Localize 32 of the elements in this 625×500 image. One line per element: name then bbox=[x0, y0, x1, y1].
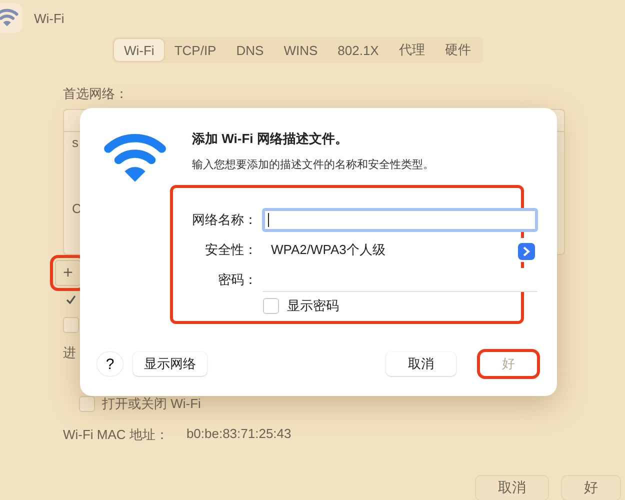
input-field[interactable] bbox=[262, 208, 538, 232]
show-networks-button[interactable]: 显示网络 bbox=[133, 352, 207, 376]
network-name[interactable]: C bbox=[72, 201, 82, 216]
field-label: 安全性： bbox=[204, 241, 257, 259]
dialog-button[interactable]: 取消 bbox=[475, 475, 549, 500]
field-label: 网络名称： bbox=[191, 211, 257, 229]
tab[interactable]: 802.1X bbox=[328, 39, 389, 61]
mac-value: b0:be:83:71:25:43 bbox=[186, 426, 292, 443]
chevron-icon bbox=[518, 243, 535, 260]
help-button[interactable]: ? bbox=[97, 352, 123, 376]
field-label: 密码： bbox=[217, 271, 257, 289]
window-title: Wi-Fi bbox=[34, 10, 64, 26]
dialog-title: 添加 Wi-Fi 网络描述文件。 bbox=[192, 130, 349, 148]
checkbox[interactable] bbox=[79, 396, 95, 412]
tab[interactable]: TCP/IP bbox=[164, 39, 226, 61]
mac-label: Wi-Fi MAC 地址： bbox=[63, 426, 168, 444]
section-label: 进 bbox=[63, 344, 77, 362]
dialog-subtitle: 输入您想要添加的描述文件的名称和安全性类型。 bbox=[192, 158, 435, 172]
tab[interactable]: Wi-Fi bbox=[114, 39, 164, 61]
checkbox[interactable] bbox=[63, 317, 79, 333]
dialog-button[interactable]: 取消 bbox=[386, 352, 456, 376]
network-name[interactable]: s bbox=[72, 135, 78, 150]
tab[interactable]: 硬件 bbox=[434, 39, 481, 61]
tab[interactable]: WINS bbox=[274, 39, 328, 61]
section-label: 首选网络： bbox=[63, 85, 129, 103]
checkbox[interactable] bbox=[263, 298, 279, 314]
checkbox-label: 显示密码 bbox=[287, 297, 339, 315]
checkbox-label: 打开或关闭 Wi-Fi bbox=[102, 395, 201, 413]
tab[interactable]: 代理 bbox=[388, 39, 435, 61]
tab[interactable]: DNS bbox=[226, 39, 274, 61]
check-icon bbox=[65, 294, 77, 306]
dialog-button[interactable]: 好 bbox=[561, 475, 621, 500]
